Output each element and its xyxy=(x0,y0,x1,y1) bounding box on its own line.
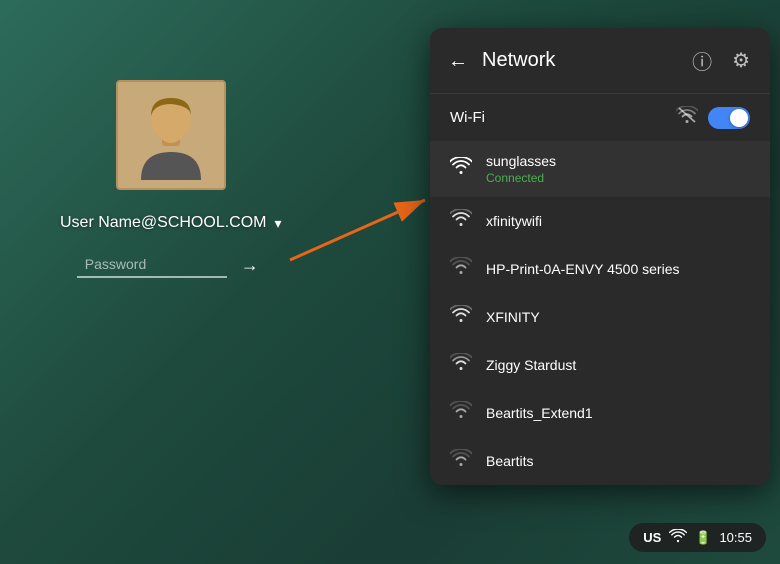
avatar xyxy=(116,80,226,190)
network-name: xfinitywifi xyxy=(486,213,750,229)
network-info: XFINITY xyxy=(486,309,750,325)
password-row: → xyxy=(77,252,265,278)
wifi-signal-icon xyxy=(450,209,472,233)
network-info: sunglasses Connected xyxy=(486,153,750,185)
status-country: US xyxy=(643,530,661,545)
user-dropdown-chevron[interactable]: ▾ xyxy=(275,215,282,232)
status-bar: US 🔋 10:55 xyxy=(629,523,766,552)
wifi-section-header: Wi-Fi xyxy=(430,94,770,141)
status-time: 10:55 xyxy=(719,530,752,545)
wifi-status-icon xyxy=(676,106,698,129)
login-area: User Name@SCHOOL.COM ▾ → xyxy=(60,80,282,278)
wifi-toggle-area xyxy=(676,106,750,129)
network-item[interactable]: XFINITY xyxy=(430,293,770,341)
wifi-signal-icon xyxy=(450,401,472,425)
network-item[interactable]: xfinitywifi xyxy=(430,197,770,245)
status-battery-icon: 🔋 xyxy=(695,530,711,546)
wifi-signal-icon xyxy=(450,449,472,473)
wifi-section-label: Wi-Fi xyxy=(450,109,485,126)
network-item[interactable]: HP-Print-0A-ENVY 4500 series xyxy=(430,245,770,293)
password-submit-button[interactable]: → xyxy=(235,253,265,278)
wifi-signal-icon xyxy=(450,305,472,329)
network-panel: ← Network ⓘ ⚙ Wi-Fi xyxy=(430,28,770,485)
password-input[interactable] xyxy=(77,252,227,278)
user-name-label: User Name@SCHOOL.COM xyxy=(60,214,267,232)
panel-title: Network xyxy=(482,49,676,72)
network-info: HP-Print-0A-ENVY 4500 series xyxy=(486,261,750,277)
back-button[interactable]: ← xyxy=(446,49,470,73)
avatar-image xyxy=(126,90,216,180)
wifi-toggle[interactable] xyxy=(708,107,750,129)
network-list: sunglasses Connected xfinitywifi xyxy=(430,141,770,485)
network-name: Beartits_Extend1 xyxy=(486,405,750,421)
status-wifi-icon xyxy=(669,529,687,546)
network-name: XFINITY xyxy=(486,309,750,325)
network-name: sunglasses xyxy=(486,153,750,169)
network-name: Beartits xyxy=(486,453,750,469)
wifi-signal-icon xyxy=(450,157,472,181)
network-status: Connected xyxy=(486,171,750,185)
network-info: Beartits xyxy=(486,453,750,469)
network-item[interactable]: Beartits xyxy=(430,437,770,485)
network-info: Ziggy Stardust xyxy=(486,357,750,373)
network-name: Ziggy Stardust xyxy=(486,357,750,373)
toggle-knob xyxy=(730,109,748,127)
settings-button[interactable]: ⚙ xyxy=(728,44,754,77)
network-item[interactable]: Beartits_Extend1 xyxy=(430,389,770,437)
network-item[interactable]: Ziggy Stardust xyxy=(430,341,770,389)
network-item[interactable]: sunglasses Connected xyxy=(430,141,770,197)
network-info: Beartits_Extend1 xyxy=(486,405,750,421)
wifi-signal-icon xyxy=(450,353,472,377)
wifi-signal-icon xyxy=(450,257,472,281)
network-name: HP-Print-0A-ENVY 4500 series xyxy=(486,261,750,277)
info-button[interactable]: ⓘ xyxy=(688,42,716,79)
panel-header: ← Network ⓘ ⚙ xyxy=(430,28,770,94)
network-info: xfinitywifi xyxy=(486,213,750,229)
user-name-row: User Name@SCHOOL.COM ▾ xyxy=(60,214,282,232)
